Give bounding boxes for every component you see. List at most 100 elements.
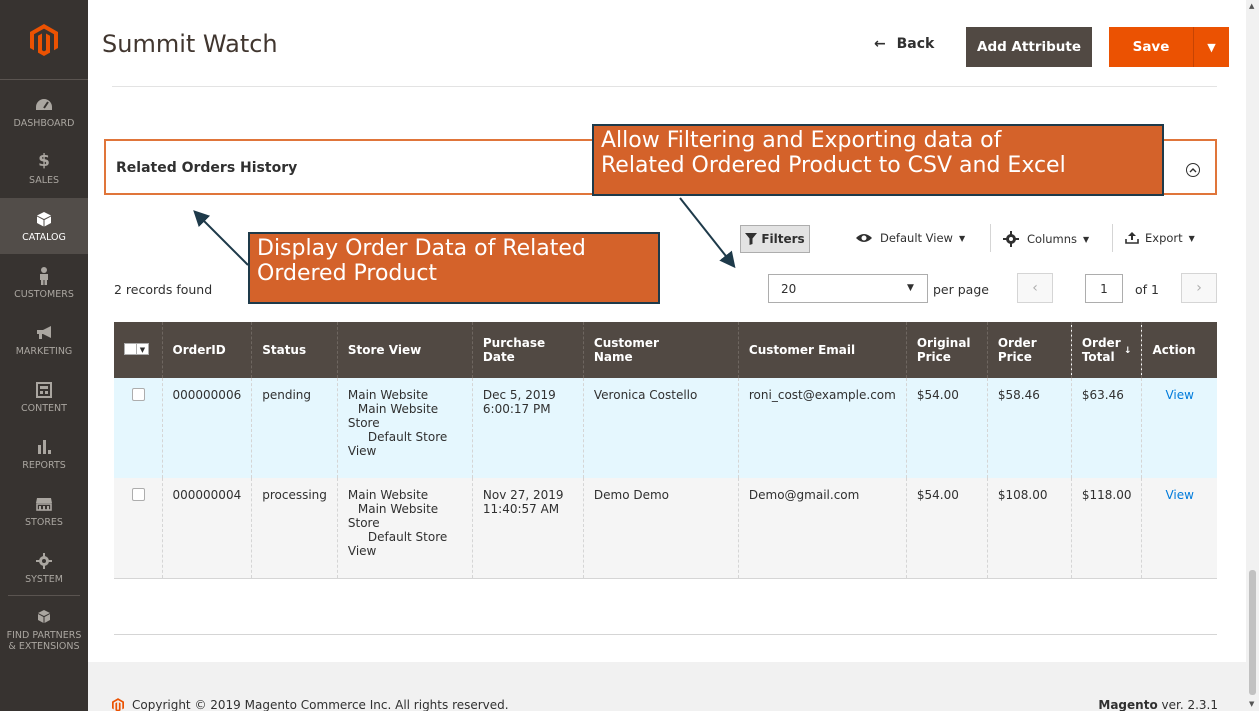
sidebar-item-system[interactable]: SYSTEM <box>0 540 88 596</box>
sidebar-item-catalog[interactable]: CATALOG <box>0 198 88 254</box>
sidebar-item-label: MARKETING <box>15 345 73 357</box>
view-order-link[interactable]: View <box>1165 488 1193 502</box>
page-footer: Copyright © 2019 Magento Commerce Inc. A… <box>88 662 1246 711</box>
dollar-icon: $ <box>38 151 50 171</box>
scroll-up-icon[interactable]: ▲ <box>1249 2 1254 10</box>
scroll-thumb[interactable] <box>1249 570 1256 695</box>
chevron-right-icon: › <box>1196 280 1202 296</box>
column-header-order-price[interactable]: Order Price <box>987 322 1072 378</box>
sidebar-item-label: REPORTS <box>22 459 66 471</box>
scroll-down-icon[interactable]: ▼ <box>1249 700 1254 708</box>
filters-label: Filters <box>761 232 805 246</box>
table-row[interactable]: 000000006 pending Main Website Main Webs… <box>114 378 1217 478</box>
cell-status: pending <box>251 378 338 478</box>
column-header-original-price[interactable]: Original Price <box>906 322 988 378</box>
cell-order-id: 000000006 <box>162 378 253 478</box>
previous-page-button[interactable]: ‹ <box>1017 273 1053 303</box>
column-header-customer-email[interactable]: Customer Email <box>738 322 907 378</box>
sidebar-item-label: FIND PARTNERS & EXTENSIONS <box>6 630 82 652</box>
table-row[interactable]: 000000004 processing Main Website Main W… <box>114 478 1217 579</box>
sidebar-item-marketing[interactable]: MARKETING <box>0 312 88 368</box>
sidebar-item-find-partners[interactable]: FIND PARTNERS & EXTENSIONS <box>0 598 88 662</box>
arrow-right-annotation <box>679 197 736 269</box>
caret-down-icon: ▼ <box>1083 234 1090 244</box>
cell-customer-name: Demo Demo <box>583 478 739 579</box>
view-selector[interactable]: Default View ▼ <box>856 231 965 245</box>
magento-logo[interactable] <box>0 0 88 80</box>
page-scrollbar[interactable]: ▲ ▼ <box>1246 0 1259 711</box>
cell-customer-email: Demo@gmail.com <box>738 478 907 579</box>
cell-order-total: $63.46 <box>1071 378 1143 478</box>
storefront-icon <box>35 495 53 513</box>
megaphone-icon <box>35 324 53 342</box>
caret-down-icon: ▼ <box>958 233 966 243</box>
records-found: 2 records found <box>114 282 213 297</box>
arrow-left-annotation <box>193 210 249 266</box>
column-header-status[interactable]: Status <box>251 322 338 378</box>
sidebar-item-dashboard[interactable]: DASHBOARD <box>0 84 88 140</box>
dashboard-icon <box>35 96 53 114</box>
columns-label: Columns <box>1027 232 1078 246</box>
view-order-link[interactable]: View <box>1165 388 1193 402</box>
annotation-filter-export: Allow Filtering and Exporting data of Re… <box>592 124 1164 196</box>
filters-button[interactable]: Filters <box>740 225 810 253</box>
sidebar-item-content[interactable]: CONTENT <box>0 369 88 425</box>
sidebar-item-sales[interactable]: $ SALES <box>0 141 88 197</box>
copyright: Copyright © 2019 Magento Commerce Inc. A… <box>112 698 509 711</box>
cell-original-price: $54.00 <box>906 478 988 579</box>
row-checkbox[interactable] <box>132 488 145 501</box>
cell-store-view: Main Website Main Website Store Default … <box>337 378 473 478</box>
column-header-customer-name[interactable]: Customer Name <box>583 322 739 378</box>
export-label: Export <box>1145 231 1183 245</box>
mass-select-header[interactable]: ▼ <box>114 322 163 378</box>
columns-selector[interactable]: Columns ▼ <box>1003 231 1089 247</box>
export-selector[interactable]: Export ▼ <box>1125 231 1195 245</box>
sidebar-item-stores[interactable]: STORES <box>0 483 88 539</box>
sidebar-item-label: CATALOG <box>22 231 66 243</box>
caret-down-icon: ▼ <box>907 283 914 293</box>
save-button[interactable]: Save <box>1109 27 1193 67</box>
sidebar-item-label: SALES <box>28 174 60 186</box>
main-content: Summit Watch ← Back Add Attribute Save ▼… <box>88 0 1246 711</box>
person-icon <box>35 266 53 285</box>
page-header: Summit Watch ← Back Add Attribute Save ▼ <box>88 0 1246 80</box>
admin-sidebar: DASHBOARD $ SALES CATALOG CUSTOMERS MARK… <box>0 0 88 711</box>
mass-select-checkbox[interactable]: ▼ <box>124 342 149 355</box>
sidebar-divider <box>8 595 80 596</box>
page-title: Summit Watch <box>102 30 278 58</box>
row-checkbox[interactable] <box>132 388 145 401</box>
eye-icon <box>856 234 872 242</box>
back-button[interactable]: ← Back <box>874 36 934 52</box>
cell-purchase-date: Nov 27, 2019 11:40:57 AM <box>472 478 584 579</box>
caret-down-icon: ▼ <box>1207 40 1216 54</box>
next-page-button[interactable]: › <box>1181 273 1217 303</box>
cell-order-id: 000000004 <box>162 478 253 579</box>
save-options-toggle[interactable]: ▼ <box>1193 27 1229 67</box>
funnel-icon <box>745 233 758 245</box>
column-header-store-view[interactable]: Store View <box>337 322 473 378</box>
cell-customer-email: roni_cost@example.com <box>738 378 907 478</box>
upload-icon <box>1125 232 1139 244</box>
per-page-label: per page <box>933 282 989 297</box>
orders-grid: ▼ OrderID Status Store View Purchase Dat… <box>114 322 1217 579</box>
page-number-input[interactable]: 1 <box>1085 274 1123 303</box>
cubes-icon <box>35 608 53 626</box>
box-icon <box>35 210 53 228</box>
collapse-icon[interactable] <box>1186 163 1200 177</box>
caret-down-icon: ▼ <box>1188 233 1195 243</box>
magento-logo-icon <box>112 698 124 711</box>
layout-icon <box>35 381 53 399</box>
per-page-select[interactable]: 20 ▼ <box>768 274 928 303</box>
column-header-order-total[interactable]: Order Total ↓ <box>1071 322 1143 378</box>
column-header-purchase-date[interactable]: Purchase Date <box>472 322 584 378</box>
add-attribute-button[interactable]: Add Attribute <box>966 27 1092 67</box>
annotation-order-data: Display Order Data of Related Ordered Pr… <box>248 232 660 304</box>
column-header-action: Action <box>1141 322 1217 378</box>
sidebar-item-reports[interactable]: REPORTS <box>0 426 88 482</box>
sidebar-item-customers[interactable]: CUSTOMERS <box>0 255 88 311</box>
cell-order-total: $118.00 <box>1071 478 1143 579</box>
content-divider <box>114 634 1217 635</box>
header-divider <box>112 86 1217 87</box>
column-header-orderid[interactable]: OrderID <box>162 322 253 378</box>
toolbar-divider <box>990 224 991 252</box>
